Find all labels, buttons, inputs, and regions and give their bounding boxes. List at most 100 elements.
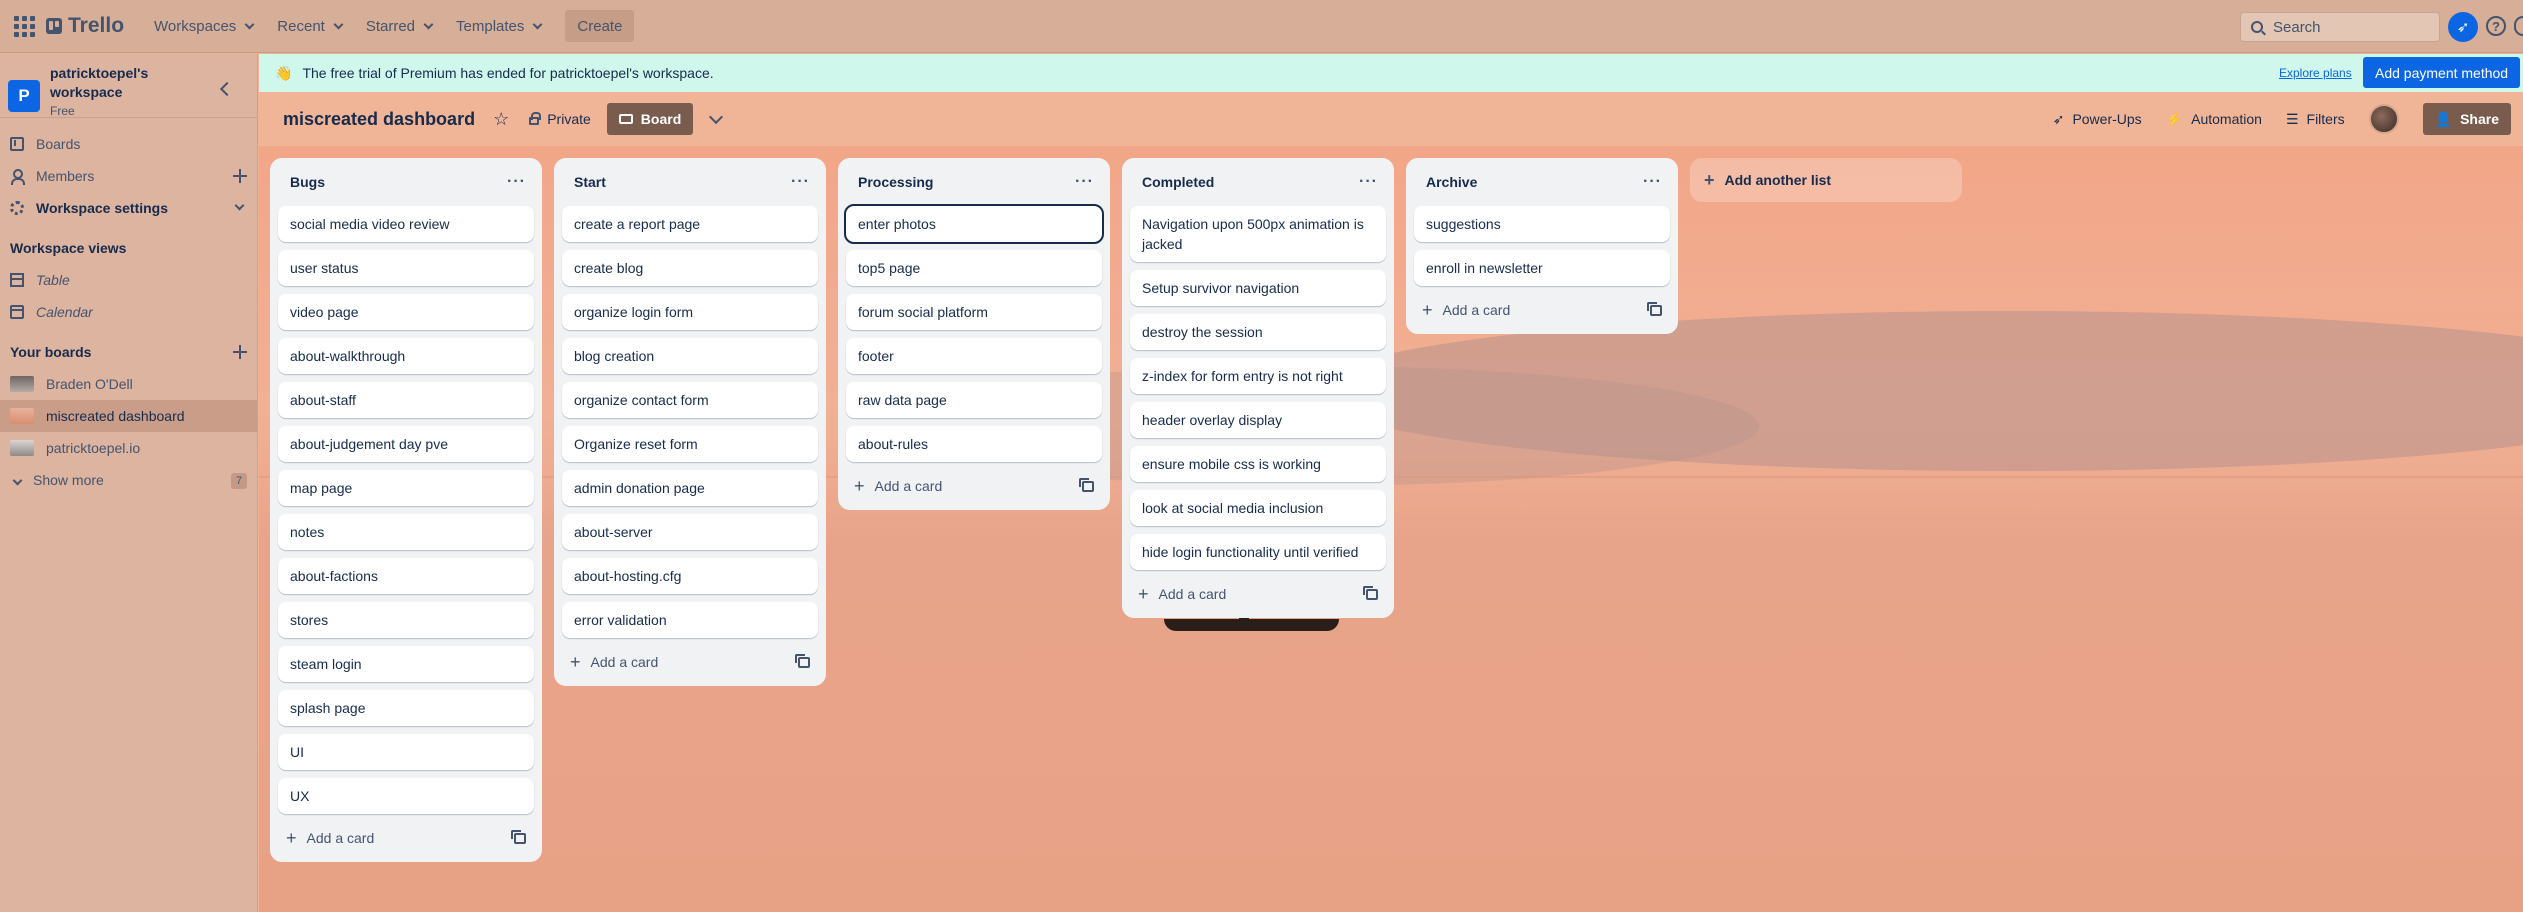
card[interactable]: z-index for form entry is not right xyxy=(1130,358,1386,394)
card[interactable]: top5 page xyxy=(846,250,1102,286)
template-icon[interactable] xyxy=(1647,301,1662,316)
member-avatar[interactable] xyxy=(2368,104,2399,134)
card[interactable]: enter photos xyxy=(844,204,1104,244)
add-payment-method-button[interactable]: Add payment method xyxy=(2363,57,2521,88)
sidebar-item-table[interactable]: Table xyxy=(0,264,257,296)
list-completed[interactable]: Completed ··· Navigation upon 500px anim… xyxy=(1122,158,1394,618)
card[interactable]: splash page xyxy=(278,690,534,726)
card[interactable]: about-rules xyxy=(846,426,1102,462)
sidebar-item-boards[interactable]: Boards xyxy=(0,128,257,160)
card[interactable]: ensure mobile css is working xyxy=(1130,446,1386,482)
filters-button[interactable]: ☰ Filters xyxy=(2286,111,2345,128)
list-header[interactable]: Start ··· xyxy=(562,158,818,206)
search-input[interactable]: Search xyxy=(2240,12,2440,42)
automation-button[interactable]: ⚡ Automation xyxy=(2166,111,2262,128)
template-icon[interactable] xyxy=(1079,477,1094,492)
more-options-icon[interactable]: ··· xyxy=(1359,173,1378,191)
card[interactable]: social media video review xyxy=(278,206,534,242)
explore-plans-link[interactable]: Explore plans xyxy=(2279,66,2352,80)
create-button[interactable]: Create xyxy=(565,10,635,42)
sidebar-item-workspace-settings[interactable]: Workspace settings xyxy=(0,192,257,224)
starred-menu[interactable]: Starred xyxy=(354,10,444,42)
trello-logo[interactable]: Trello xyxy=(46,14,124,38)
more-options-icon[interactable]: ··· xyxy=(1643,173,1662,191)
card[interactable]: create blog xyxy=(562,250,818,286)
card[interactable]: video page xyxy=(278,294,534,330)
sidebar-board-patricktoepel[interactable]: patricktoepel.io xyxy=(0,432,257,464)
card[interactable]: about-judgement day pve xyxy=(278,426,534,462)
card[interactable]: map page xyxy=(278,470,534,506)
card[interactable]: about-factions xyxy=(278,558,534,594)
recent-menu[interactable]: Recent xyxy=(265,10,354,42)
board-title[interactable]: miscreated dashboard xyxy=(283,109,475,130)
card[interactable]: steam login xyxy=(278,646,534,682)
list-title[interactable]: Completed xyxy=(1142,174,1214,190)
card[interactable]: about-hosting.cfg xyxy=(562,558,818,594)
help-icon[interactable]: ? xyxy=(2486,16,2506,36)
list-processing[interactable]: Processing ··· enter photos top5 page fo… xyxy=(838,158,1110,510)
card[interactable]: stores xyxy=(278,602,534,638)
add-list-button[interactable]: + Add another list xyxy=(1690,158,1962,202)
card[interactable]: Navigation upon 500px animation is jacke… xyxy=(1130,206,1386,262)
share-button[interactable]: 👤 Share xyxy=(2422,103,2511,135)
list-title[interactable]: Processing xyxy=(858,174,933,190)
add-card-button[interactable]: + Add a card xyxy=(846,470,1102,502)
card[interactable]: about-walkthrough xyxy=(278,338,534,374)
add-member-icon[interactable] xyxy=(233,169,247,183)
collapse-sidebar-icon[interactable] xyxy=(219,81,235,97)
card[interactable]: about-server xyxy=(562,514,818,550)
board-view-button[interactable]: Board xyxy=(606,103,694,135)
list-header[interactable]: Processing ··· xyxy=(846,158,1102,206)
sidebar-item-calendar[interactable]: Calendar xyxy=(0,296,257,328)
list-title[interactable]: Start xyxy=(574,174,606,190)
card[interactable]: header overlay display xyxy=(1130,402,1386,438)
app-switcher-icon[interactable] xyxy=(10,12,38,40)
card[interactable]: destroy the session xyxy=(1130,314,1386,350)
add-board-icon[interactable] xyxy=(233,345,247,359)
template-icon[interactable] xyxy=(1363,585,1378,600)
star-icon[interactable]: ☆ xyxy=(493,109,509,130)
card[interactable]: UX xyxy=(278,778,534,814)
card[interactable]: UI xyxy=(278,734,534,770)
templates-menu[interactable]: Templates xyxy=(444,10,553,42)
list-archive[interactable]: Archive ··· suggestions enroll in newsle… xyxy=(1406,158,1678,334)
card[interactable]: create a report page xyxy=(562,206,818,242)
card[interactable]: hide login functionality until verified xyxy=(1130,534,1386,570)
card[interactable]: error validation xyxy=(562,602,818,638)
more-options-icon[interactable]: ··· xyxy=(507,173,526,191)
add-card-button[interactable]: + Add a card xyxy=(562,646,818,678)
card[interactable]: Setup survivor navigation xyxy=(1130,270,1386,306)
list-title[interactable]: Bugs xyxy=(290,174,325,190)
card[interactable]: suggestions xyxy=(1414,206,1670,242)
card[interactable]: forum social platform xyxy=(846,294,1102,330)
list-start[interactable]: Start ··· create a report page create bl… xyxy=(554,158,826,686)
rocket-icon[interactable]: ➶ xyxy=(2448,12,2478,42)
visibility-button[interactable]: Private xyxy=(529,111,591,127)
list-header[interactable]: Archive ··· xyxy=(1414,158,1670,206)
template-icon[interactable] xyxy=(795,653,810,668)
card[interactable]: notes xyxy=(278,514,534,550)
list-bugs[interactable]: Bugs ··· social media video review user … xyxy=(270,158,542,862)
workspaces-menu[interactable]: Workspaces xyxy=(142,10,265,42)
card[interactable]: Organize reset form xyxy=(562,426,818,462)
show-more-button[interactable]: Show more 7 xyxy=(0,464,257,496)
add-card-button[interactable]: + Add a card xyxy=(278,822,534,854)
add-card-button[interactable]: + Add a card xyxy=(1130,578,1386,610)
card[interactable]: organize contact form xyxy=(562,382,818,418)
add-card-button[interactable]: + Add a card xyxy=(1414,294,1670,326)
power-ups-button[interactable]: ➶ Power-Ups xyxy=(2053,111,2142,128)
template-icon[interactable] xyxy=(511,829,526,844)
card[interactable]: about-staff xyxy=(278,382,534,418)
list-title[interactable]: Archive xyxy=(1426,174,1477,190)
card[interactable]: look at social media inclusion xyxy=(1130,490,1386,526)
sidebar-board-miscreated[interactable]: miscreated dashboard xyxy=(0,400,257,432)
sidebar-board-braden[interactable]: Braden O'Dell xyxy=(0,368,257,400)
card[interactable]: blog creation xyxy=(562,338,818,374)
card[interactable]: organize login form xyxy=(562,294,818,330)
more-options-icon[interactable]: ··· xyxy=(791,173,810,191)
views-dropdown-icon[interactable] xyxy=(709,109,724,125)
list-header[interactable]: Completed ··· xyxy=(1130,158,1386,206)
more-options-icon[interactable]: ··· xyxy=(1075,173,1094,191)
card[interactable]: enroll in newsletter xyxy=(1414,250,1670,286)
card[interactable]: footer xyxy=(846,338,1102,374)
